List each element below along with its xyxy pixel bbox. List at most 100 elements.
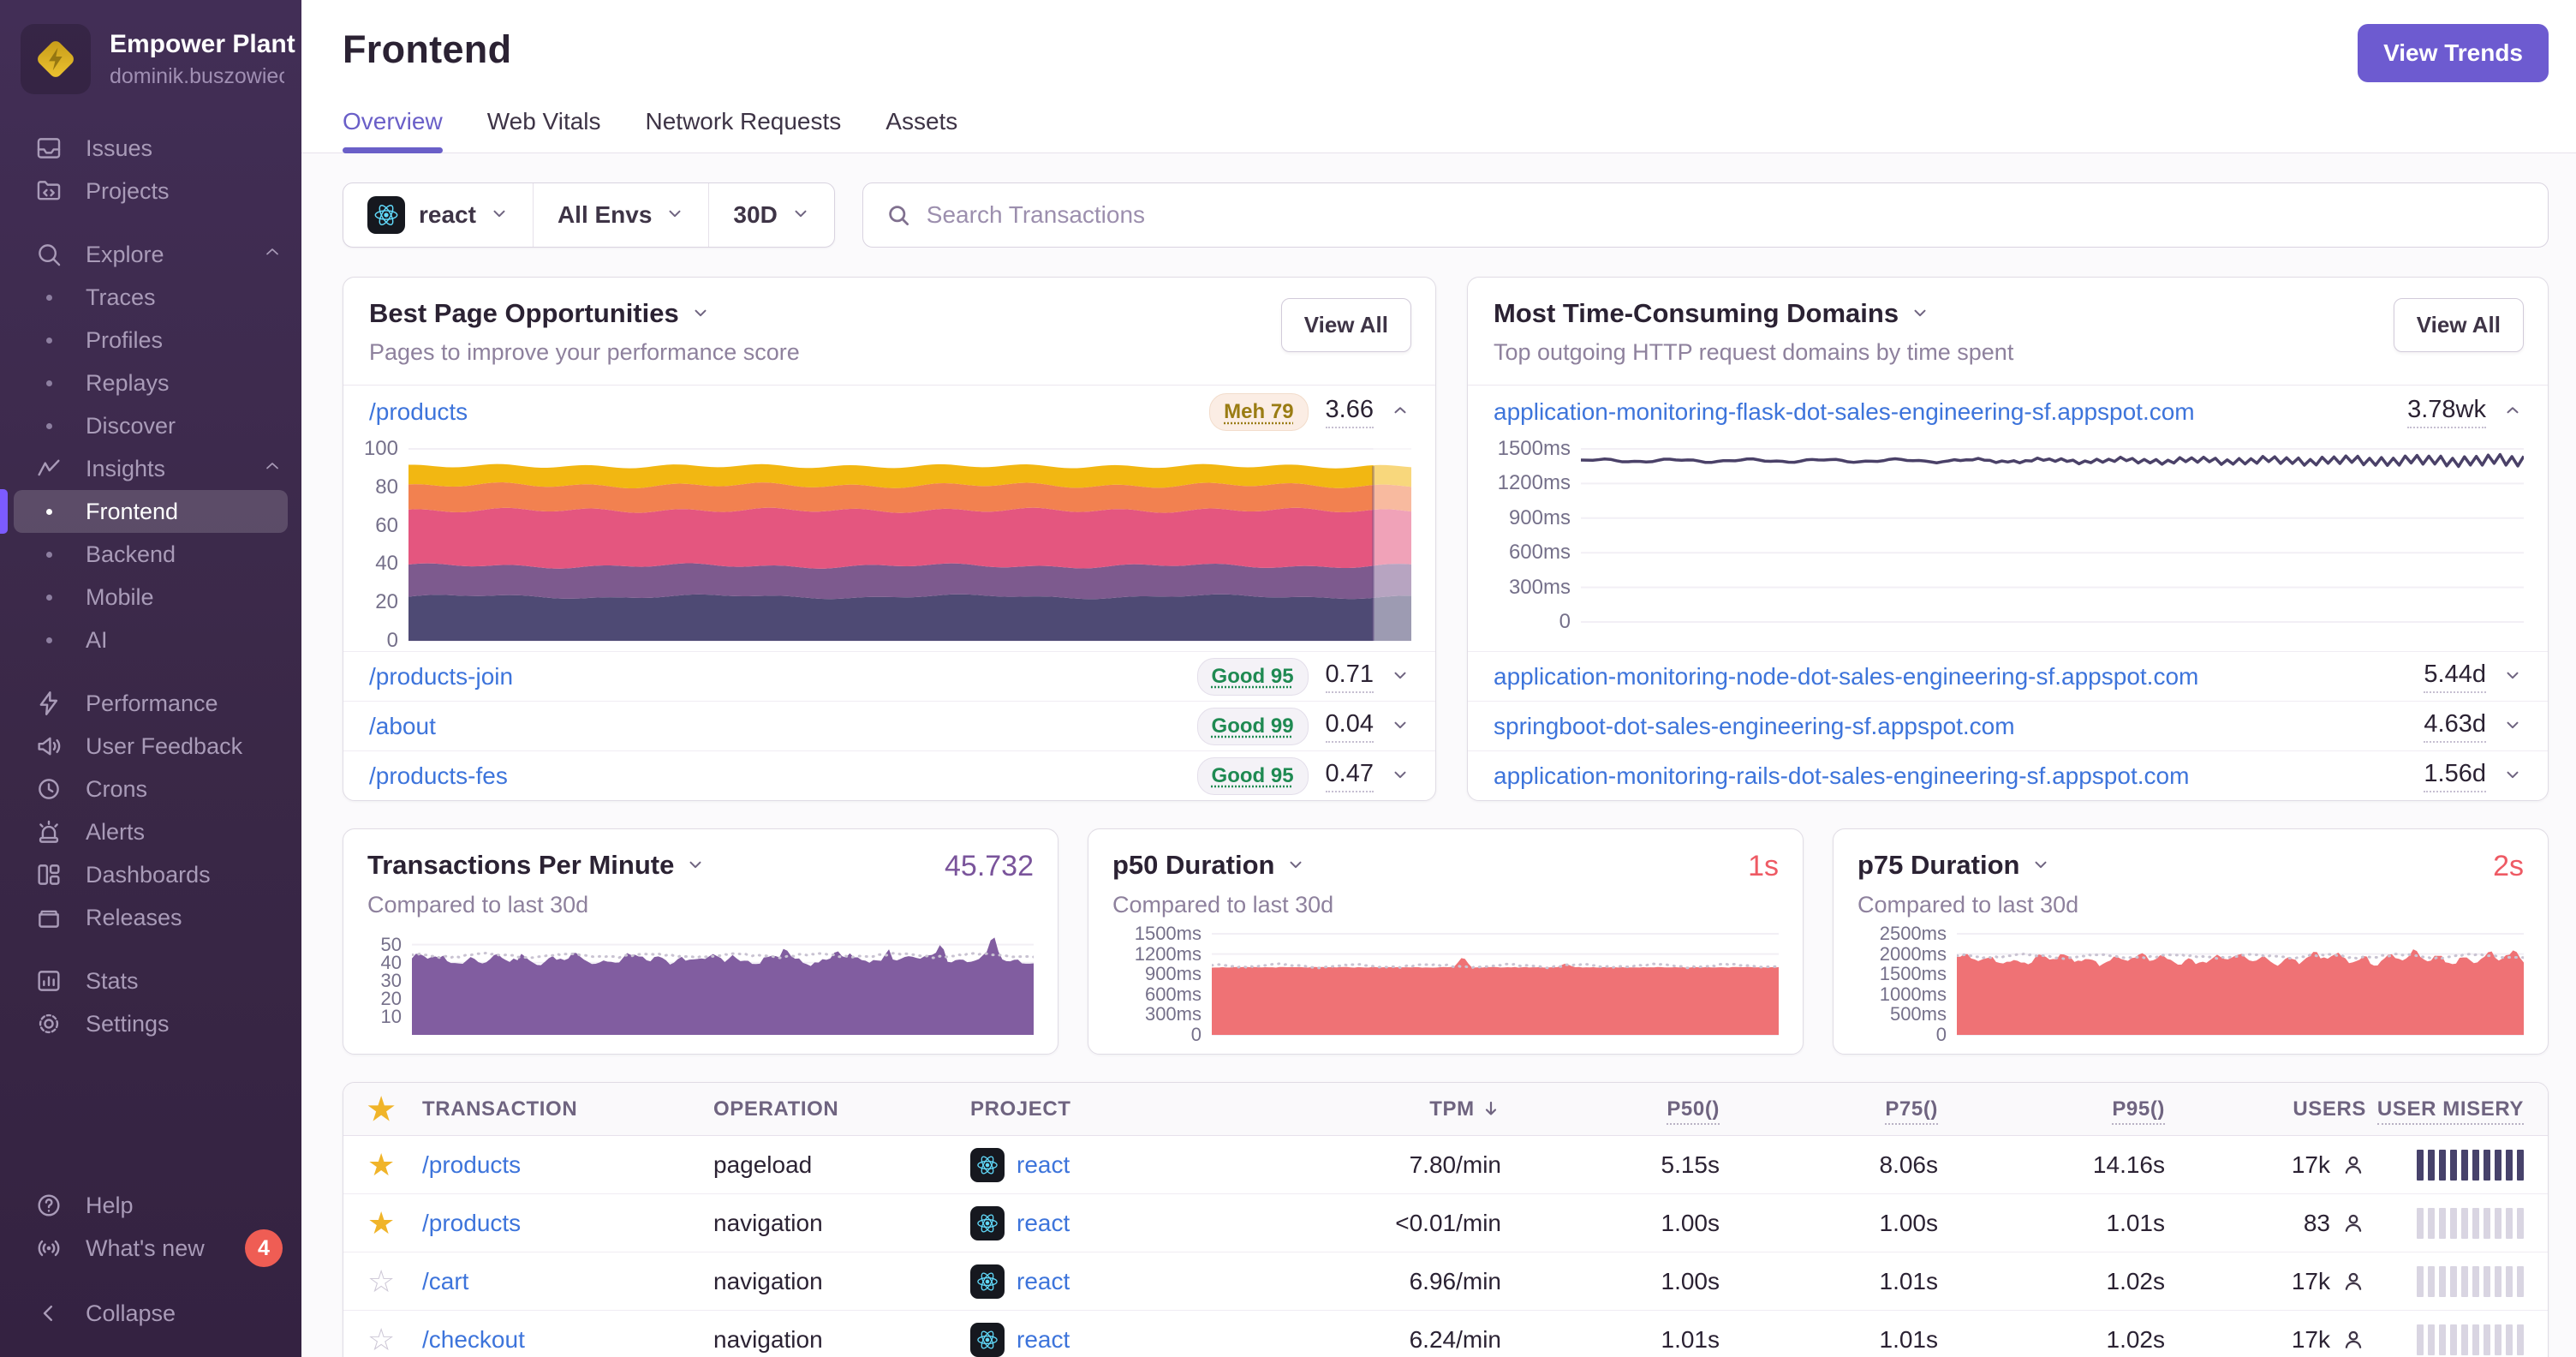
sidebar-item-frontend[interactable]: Frontend	[14, 490, 288, 533]
sidebar-item-ai[interactable]: AI	[0, 619, 301, 661]
star-toggle[interactable]: ★	[367, 1149, 422, 1181]
domain-time-value[interactable]: 1.56d	[2424, 760, 2486, 792]
project-filter[interactable]: react	[343, 183, 533, 247]
opportunity-row[interactable]: /about Good 99 0.04	[343, 701, 1435, 750]
col-p50[interactable]: P50()	[1501, 1097, 1720, 1125]
area-chart[interactable]	[412, 932, 1034, 1037]
sidebar-collapse-button[interactable]: Collapse	[0, 1292, 301, 1335]
score-badge[interactable]: Meh 79	[1209, 393, 1309, 431]
score-badge[interactable]: Good 95	[1196, 657, 1309, 696]
project-cell[interactable]: react	[970, 1322, 1244, 1357]
tpm-title-dropdown[interactable]: Transactions Per Minute	[367, 850, 705, 881]
tab-overview[interactable]: Overview	[343, 108, 443, 153]
table-row[interactable]: ☆ /cart navigation react 6.96/min 1.00s …	[343, 1252, 2548, 1311]
sidebar-item-mobile[interactable]: Mobile	[0, 576, 301, 619]
domain-row[interactable]: springboot-dot-sales-engineering-sf.apps…	[1468, 701, 2548, 750]
chevron-up-icon[interactable]	[262, 242, 283, 268]
transaction-link[interactable]: /products	[422, 1151, 713, 1179]
star-toggle[interactable]: ☆	[367, 1265, 422, 1297]
col-transaction[interactable]: Transaction	[422, 1097, 713, 1121]
opportunity-score[interactable]: 0.71	[1325, 661, 1374, 693]
col-p75[interactable]: P75()	[1720, 1097, 1938, 1125]
score-badge[interactable]: Good 99	[1196, 707, 1309, 745]
chevron-down-icon[interactable]	[1391, 762, 1410, 790]
sidebar-item-replays[interactable]: Replays	[0, 362, 301, 404]
sidebar-item-releases[interactable]: Releases	[0, 896, 301, 939]
domains-title-dropdown[interactable]: Most Time-Consuming Domains	[1494, 298, 2522, 329]
opportunity-row[interactable]: /products-join Good 95 0.71	[343, 651, 1435, 701]
sidebar-item-projects[interactable]: Projects	[0, 170, 301, 212]
area-chart[interactable]	[1212, 932, 1779, 1037]
domain-link[interactable]: application-monitoring-flask-dot-sales-e…	[1494, 398, 2195, 426]
opportunity-row[interactable]: /products-fes Good 95 0.47	[343, 750, 1435, 800]
sidebar-item-backend[interactable]: Backend	[0, 533, 301, 576]
sidebar-item-issues[interactable]: Issues	[0, 127, 301, 170]
p75-title-dropdown[interactable]: p75 Duration	[1857, 850, 2050, 881]
transaction-link[interactable]: /products-join	[369, 663, 513, 690]
opportunity-score[interactable]: 0.04	[1325, 710, 1374, 743]
chevron-up-icon[interactable]	[262, 456, 283, 482]
col-project[interactable]: Project	[970, 1097, 1244, 1121]
transaction-link[interactable]: /products	[422, 1210, 713, 1237]
domain-link[interactable]: application-monitoring-rails-dot-sales-e…	[1494, 762, 2189, 790]
col-operation[interactable]: Operation	[713, 1097, 970, 1121]
domain-time-value[interactable]: 3.78wk	[2407, 396, 2486, 428]
sidebar-item-settings[interactable]: Settings	[0, 1002, 301, 1045]
table-row[interactable]: ☆ /checkout navigation react 6.24/min 1.…	[343, 1311, 2548, 1357]
transaction-link[interactable]: /checkout	[422, 1326, 713, 1354]
environment-filter[interactable]: All Envs	[532, 183, 708, 247]
domain-time-value[interactable]: 4.63d	[2424, 710, 2486, 743]
domains-view-all-button[interactable]: View All	[2393, 298, 2524, 352]
star-icon[interactable]: ★	[367, 1093, 422, 1125]
chevron-down-icon[interactable]	[2503, 762, 2522, 790]
chevron-up-icon[interactable]	[1391, 398, 1410, 426]
table-row[interactable]: ★ /products navigation react <0.01/min 1…	[343, 1194, 2548, 1252]
transaction-link[interactable]: /cart	[422, 1268, 713, 1295]
project-cell[interactable]: react	[970, 1147, 1244, 1182]
sidebar-item-explore[interactable]: Explore	[0, 233, 301, 276]
org-switcher[interactable]: Empower Plant dominik.buszowiec…	[0, 0, 321, 115]
sidebar-item-profiles[interactable]: Profiles	[0, 319, 301, 362]
tab-network-requests[interactable]: Network Requests	[646, 108, 842, 152]
domain-link[interactable]: springboot-dot-sales-engineering-sf.apps…	[1494, 713, 2015, 740]
domain-row[interactable]: application-monitoring-node-dot-sales-en…	[1468, 651, 2548, 701]
p50-title-dropdown[interactable]: p50 Duration	[1112, 850, 1305, 881]
sidebar-item-whats-new[interactable]: What's new 4	[0, 1227, 301, 1270]
domain-time-value[interactable]: 5.44d	[2424, 661, 2486, 693]
sidebar-item-crons[interactable]: Crons	[0, 768, 301, 810]
chevron-down-icon[interactable]	[1391, 713, 1410, 740]
transaction-link[interactable]: /products-fes	[369, 762, 508, 790]
sidebar-item-performance[interactable]: Performance	[0, 682, 301, 725]
chevron-down-icon[interactable]	[2503, 713, 2522, 740]
tab-assets[interactable]: Assets	[886, 108, 957, 152]
star-toggle[interactable]: ☆	[367, 1324, 422, 1355]
project-cell[interactable]: react	[970, 1264, 1244, 1299]
chevron-down-icon[interactable]	[1391, 663, 1410, 690]
transaction-link[interactable]: /about	[369, 713, 436, 740]
project-cell[interactable]: react	[970, 1205, 1244, 1240]
search-input[interactable]	[926, 201, 2525, 229]
sidebar-item-help[interactable]: Help	[0, 1184, 301, 1227]
sidebar-item-insights[interactable]: Insights	[0, 447, 301, 490]
opportunity-row-expanded[interactable]: /products Meh 79 3.66	[343, 386, 1435, 439]
transaction-link[interactable]: /products	[369, 398, 468, 426]
stacked-area-chart[interactable]	[408, 447, 1411, 643]
sidebar-item-dashboards[interactable]: Dashboards	[0, 853, 301, 896]
opportunity-score[interactable]: 0.47	[1325, 760, 1374, 792]
domain-link[interactable]: application-monitoring-node-dot-sales-en…	[1494, 663, 2198, 690]
line-chart[interactable]	[1581, 447, 2524, 624]
col-tpm-sorted[interactable]: TPM	[1244, 1097, 1501, 1121]
col-user-misery[interactable]: User Misery	[2366, 1097, 2524, 1125]
sidebar-item-traces[interactable]: Traces	[0, 276, 301, 319]
sidebar-item-user-feedback[interactable]: User Feedback	[0, 725, 301, 768]
chevron-down-icon[interactable]	[2503, 663, 2522, 690]
date-range-filter[interactable]: 30D	[708, 183, 833, 247]
opportunities-view-all-button[interactable]: View All	[1280, 298, 1411, 352]
view-trends-button[interactable]: View Trends	[2358, 24, 2549, 82]
domain-row-expanded[interactable]: application-monitoring-flask-dot-sales-e…	[1468, 386, 2548, 439]
col-p95[interactable]: P95()	[1938, 1097, 2165, 1125]
sidebar-item-stats[interactable]: Stats	[0, 959, 301, 1002]
sidebar-item-alerts[interactable]: Alerts	[0, 810, 301, 853]
table-row[interactable]: ★ /products pageload react 7.80/min 5.15…	[343, 1136, 2548, 1194]
tab-web-vitals[interactable]: Web Vitals	[487, 108, 601, 152]
